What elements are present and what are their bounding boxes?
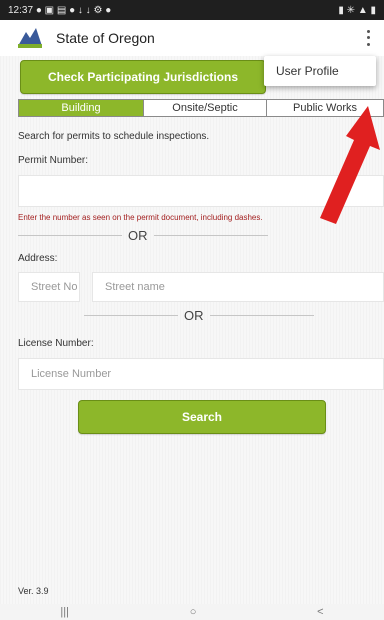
- status-system-icons: ▮ ✳ ▲ ▮: [338, 4, 376, 16]
- status-bar: 12:37 ● ▣ ▤ ● ↓ ↓ ⚙ ● ▮ ✳ ▲ ▮: [0, 0, 384, 20]
- permit-number-label: Permit Number:: [18, 155, 89, 166]
- or-divider-1: OR: [18, 228, 268, 243]
- or-text: OR: [184, 308, 204, 323]
- status-time: 12:37: [8, 4, 34, 16]
- divider-line: [84, 315, 178, 316]
- back-icon[interactable]: <: [317, 606, 323, 618]
- menu-item-user-profile[interactable]: User Profile: [264, 56, 376, 86]
- system-nav-bar: ||| ○ <: [0, 604, 384, 620]
- app-bar: State of Oregon: [0, 20, 384, 57]
- app-title: State of Oregon: [56, 30, 155, 46]
- intro-text: Search for permits to schedule inspectio…: [18, 131, 210, 142]
- recents-icon[interactable]: |||: [60, 606, 69, 618]
- license-number-input[interactable]: License Number: [18, 358, 384, 390]
- status-notification-icons: ● ▣ ▤ ● ↓ ↓ ⚙ ●: [35, 4, 112, 16]
- address-label: Address:: [18, 253, 58, 264]
- version-text: Ver. 3.9: [18, 586, 49, 596]
- main-content: Check Participating Jurisdictions User P…: [0, 56, 384, 604]
- search-button[interactable]: Search: [78, 400, 326, 434]
- check-participating-jurisdictions-button[interactable]: Check Participating Jurisdictions: [20, 60, 266, 94]
- or-divider-2: OR: [84, 308, 314, 323]
- home-icon[interactable]: ○: [190, 606, 197, 618]
- divider-line: [18, 235, 122, 236]
- oregon-logo-icon: [16, 26, 44, 50]
- status-bar-left: 12:37 ● ▣ ▤ ● ↓ ↓ ⚙ ●: [8, 5, 111, 16]
- street-name-input[interactable]: Street name: [92, 272, 384, 302]
- divider-line: [153, 235, 268, 236]
- license-number-label: License Number:: [18, 338, 94, 349]
- divider-line: [209, 315, 314, 316]
- annotation-arrow-icon: [320, 106, 380, 224]
- tab-building[interactable]: Building: [19, 100, 144, 116]
- permit-hint-text: Enter the number as seen on the permit d…: [18, 213, 263, 222]
- more-vert-icon[interactable]: [360, 28, 376, 48]
- street-no-input[interactable]: Street No: [18, 272, 80, 302]
- or-text: OR: [128, 228, 148, 243]
- tab-onsite-septic[interactable]: Onsite/Septic: [144, 100, 267, 116]
